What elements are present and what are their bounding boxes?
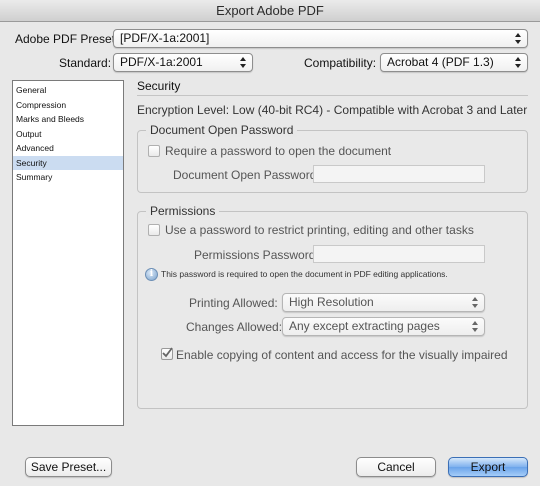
compatibility-select[interactable]: Acrobat 4 (PDF 1.3) xyxy=(380,53,528,72)
export-button[interactable]: Export xyxy=(448,457,528,477)
sidebar-item-advanced[interactable]: Advanced xyxy=(13,141,123,156)
sidebar-item-compression[interactable]: Compression xyxy=(13,98,123,113)
enable-copying-checkbox[interactable] xyxy=(161,347,173,360)
permissions-password-label: Permissions Password: xyxy=(194,248,319,262)
popup-arrows-icon xyxy=(240,57,246,68)
popup-arrows-icon xyxy=(472,321,478,332)
sidebar-item-marks-and-bleeds[interactable]: Marks and Bleeds xyxy=(13,112,123,127)
window-title: Export Adobe PDF xyxy=(0,0,540,22)
printing-allowed-value: High Resolution xyxy=(289,295,374,309)
popup-arrows-icon xyxy=(515,57,521,68)
open-password-group xyxy=(137,130,528,193)
restrict-password-checkbox[interactable] xyxy=(148,224,160,236)
info-icon: i xyxy=(145,268,158,281)
section-title: Security xyxy=(137,79,181,93)
sidebar-item-summary[interactable]: Summary xyxy=(13,170,123,185)
permissions-group-title: Permissions xyxy=(146,204,220,218)
standard-label: Standard: xyxy=(59,56,112,70)
permissions-password-input[interactable] xyxy=(313,245,485,263)
open-password-group-title: Document Open Password xyxy=(146,123,298,137)
enable-copying-label: Enable copying of content and access for… xyxy=(176,348,508,362)
popup-arrows-icon xyxy=(472,297,478,308)
encryption-level-text: Encryption Level: Low (40-bit RC4) - Com… xyxy=(137,103,528,117)
checkmark-icon xyxy=(162,347,173,358)
open-password-input[interactable] xyxy=(313,165,485,183)
compatibility-label: Compatibility: xyxy=(304,56,377,70)
restrict-password-label: Use a password to restrict printing, edi… xyxy=(165,223,474,237)
printing-allowed-select[interactable]: High Resolution xyxy=(282,293,485,312)
section-divider xyxy=(137,95,528,96)
open-password-field-label: Document Open Password: xyxy=(173,168,320,182)
standard-value: PDF/X-1a:2001 xyxy=(120,55,203,69)
info-note: This password is required to open the do… xyxy=(161,269,448,279)
preset-select[interactable]: [PDF/X-1a:2001] xyxy=(113,29,528,48)
changes-allowed-label: Changes Allowed: xyxy=(186,320,283,334)
standard-select[interactable]: PDF/X-1a:2001 xyxy=(113,53,253,72)
changes-allowed-select[interactable]: Any except extracting pages xyxy=(282,317,485,336)
popup-arrows-icon xyxy=(515,33,521,44)
sidebar-item-output[interactable]: Output xyxy=(13,127,123,142)
require-password-label: Require a password to open the document xyxy=(165,144,392,158)
cancel-button[interactable]: Cancel xyxy=(356,457,436,477)
save-preset-button[interactable]: Save Preset... xyxy=(25,457,112,477)
require-password-checkbox[interactable] xyxy=(148,145,160,157)
preset-label: Adobe PDF Preset: xyxy=(15,32,119,46)
changes-allowed-value: Any except extracting pages xyxy=(289,319,440,333)
sidebar-item-security[interactable]: Security xyxy=(13,155,123,170)
preset-value: [PDF/X-1a:2001] xyxy=(120,31,210,45)
printing-allowed-label: Printing Allowed: xyxy=(189,296,278,310)
sidebar-list: General Compression Marks and Bleeds Out… xyxy=(12,80,124,426)
compatibility-value: Acrobat 4 (PDF 1.3) xyxy=(387,55,494,69)
sidebar-item-general[interactable]: General xyxy=(13,83,123,98)
